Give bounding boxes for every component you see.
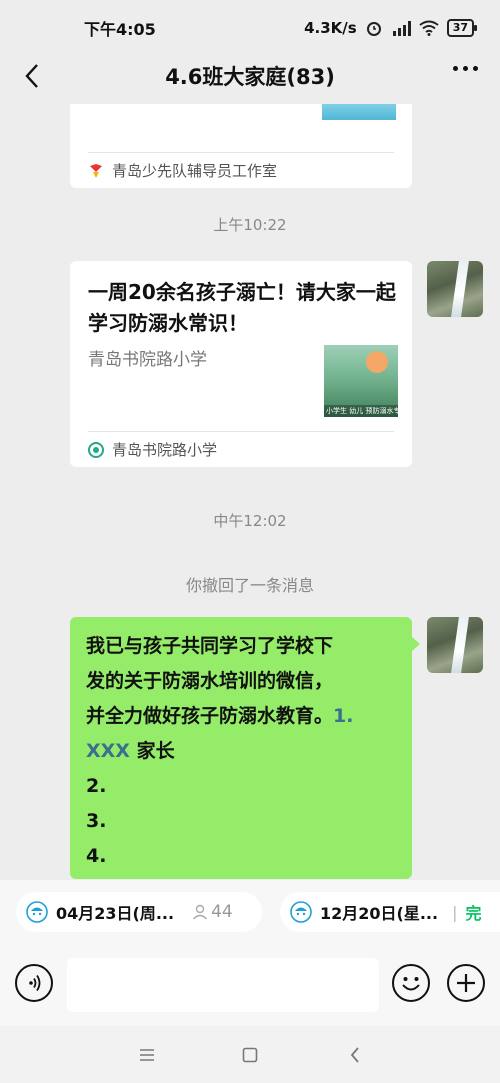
more-button[interactable] bbox=[453, 66, 478, 71]
article-thumbnail bbox=[322, 104, 396, 120]
battery-icon: 37 bbox=[446, 19, 478, 37]
person-icon bbox=[193, 904, 208, 920]
home-button[interactable] bbox=[239, 1044, 261, 1066]
hd-signal-icon bbox=[392, 21, 411, 36]
bubble-tail bbox=[412, 637, 420, 651]
voice-button[interactable] bbox=[15, 964, 53, 1002]
more-functions-button[interactable] bbox=[447, 964, 485, 1002]
solitaire-pill[interactable]: 12月20日(星... | 完 bbox=[280, 892, 500, 932]
status-indicators: 4.3K/s 37 bbox=[304, 19, 478, 37]
message-input[interactable] bbox=[67, 958, 379, 1012]
message-line: XXX 家长 bbox=[86, 740, 175, 762]
menu-icon bbox=[140, 1049, 154, 1061]
chat-title: 4.6班大家庭(83) bbox=[165, 65, 335, 89]
thumbnail-figure bbox=[366, 351, 388, 373]
sent-message-bubble[interactable]: 我已与孩子共同学习了学校下 发的关于防溺水培训的微信， 并全力做好孩子防溺水教育… bbox=[70, 617, 412, 879]
system-nav-bar bbox=[0, 1026, 500, 1083]
shared-article-card[interactable]: 青岛少先队辅导员工作室 bbox=[70, 104, 412, 188]
article-thumbnail: 小学生 幼儿 预防溺水专题 bbox=[324, 345, 398, 417]
emoji-icon bbox=[402, 977, 420, 991]
solitaire-date: 04月23日(周... bbox=[56, 904, 175, 923]
menu-button[interactable] bbox=[136, 1044, 158, 1066]
message-link[interactable]: 1. bbox=[333, 705, 353, 727]
timestamp: 上午10:22 bbox=[213, 216, 287, 234]
input-bar bbox=[0, 942, 500, 1026]
message-line: 发的关于防溺水培训的微信， bbox=[86, 670, 334, 692]
message-line: 并全力做好孩子防溺水教育。1. bbox=[86, 705, 354, 727]
solitaire-date: 12月20日(星... bbox=[320, 904, 439, 923]
pioneer-badge-icon bbox=[90, 163, 102, 178]
solitaire-icon bbox=[290, 901, 312, 923]
back-icon bbox=[350, 1047, 359, 1063]
voice-icon bbox=[29, 975, 41, 991]
message-line: 我已与孩子共同学习了学校下 bbox=[86, 635, 334, 657]
recall-notice: 你撤回了一条消息 bbox=[185, 576, 314, 595]
timestamp: 中午12:02 bbox=[213, 512, 287, 530]
more-icon bbox=[453, 66, 458, 71]
back-button[interactable] bbox=[14, 58, 50, 94]
emoji-button[interactable] bbox=[392, 964, 430, 1002]
card-source-bar: 青岛书院路小学 bbox=[88, 431, 394, 467]
card-source-bar: 青岛少先队辅导员工作室 bbox=[88, 152, 394, 188]
message-line: 2. bbox=[86, 775, 107, 797]
solitaire-pill[interactable]: 04月23日(周... 44 bbox=[16, 892, 262, 932]
back-arrow-icon bbox=[25, 64, 38, 88]
status-time: 下午4:05 bbox=[84, 20, 156, 39]
alarm-icon bbox=[366, 22, 381, 36]
plus-icon bbox=[457, 974, 475, 992]
avatar[interactable] bbox=[427, 261, 483, 317]
card-source-name: 青岛少先队辅导员工作室 bbox=[112, 162, 278, 180]
solitaire-status: 完 bbox=[465, 904, 482, 923]
wifi-icon bbox=[419, 20, 439, 36]
chat-messages[interactable]: 青岛少先队辅导员工作室 上午10:22 一周20余名孩子溺亡！请大家一起学习防溺… bbox=[0, 104, 500, 880]
card-source-name: 青岛书院路小学 bbox=[112, 441, 218, 459]
article-title: 一周20余名孩子溺亡！请大家一起学习防溺水常识！ bbox=[88, 280, 396, 335]
solitaire-icon bbox=[26, 901, 48, 923]
article-account: 青岛书院路小学 bbox=[88, 350, 207, 370]
message-line: 3. bbox=[86, 810, 107, 832]
shared-article-card[interactable]: 一周20余名孩子溺亡！请大家一起学习防溺水常识！ 青岛书院路小学 小学生 幼儿 … bbox=[70, 261, 412, 467]
school-badge-icon bbox=[88, 441, 104, 458]
home-icon bbox=[242, 1047, 258, 1063]
avatar[interactable] bbox=[427, 617, 483, 673]
message-link[interactable]: XXX bbox=[86, 740, 130, 762]
separator: | bbox=[452, 902, 458, 922]
message-line: 4. bbox=[86, 845, 107, 867]
thumbnail-caption: 小学生 幼儿 预防溺水专题 bbox=[324, 405, 398, 417]
system-back-button[interactable] bbox=[344, 1044, 366, 1066]
network-speed: 4.3K/s bbox=[304, 19, 357, 37]
solitaire-bar[interactable]: 04月23日(周... 44 12月20日(星... | 完 bbox=[0, 880, 500, 942]
participant-count: 44 bbox=[192, 902, 233, 922]
chat-header: 4.6班大家庭(83) bbox=[0, 48, 500, 104]
